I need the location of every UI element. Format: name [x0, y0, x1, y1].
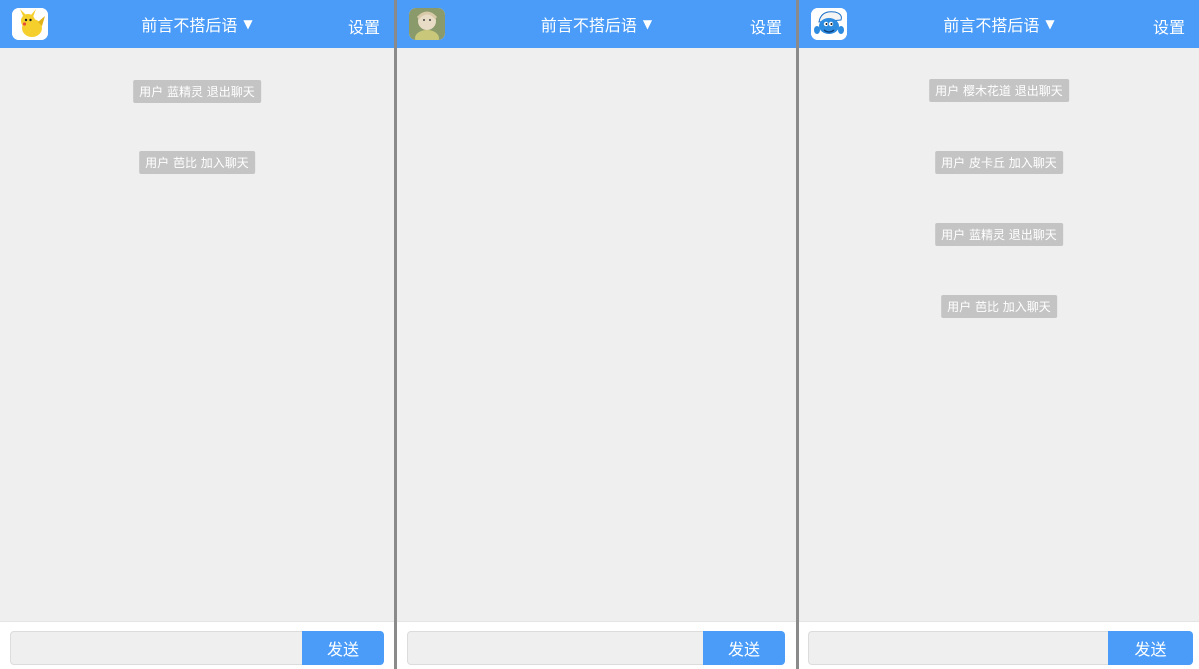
pikachu-icon: [12, 8, 48, 40]
message-input[interactable]: [10, 631, 303, 665]
system-notice: 用户 蓝精灵 退出聊天: [133, 80, 261, 103]
settings-button[interactable]: 设置: [1153, 14, 1185, 38]
send-button[interactable]: 发送: [302, 631, 384, 665]
composer: 发送: [0, 621, 394, 669]
message-input[interactable]: [808, 631, 1109, 665]
message-list: [397, 48, 796, 621]
system-notice: 用户 樱木花道 退出聊天: [929, 79, 1069, 102]
send-button[interactable]: 发送: [703, 631, 785, 665]
room-title: 前言不搭后语: [141, 16, 238, 35]
send-button[interactable]: 发送: [1108, 631, 1193, 665]
room-title-dropdown[interactable]: 前言不搭后语 ▼: [141, 12, 252, 36]
system-notice: 用户 蓝精灵 退出聊天: [935, 223, 1063, 246]
composer: 发送: [799, 621, 1199, 669]
chat-header: 前言不搭后语 ▼ 设置: [0, 0, 394, 48]
room-title: 前言不搭后语: [943, 16, 1040, 35]
smurf-avatar[interactable]: [811, 8, 847, 40]
chat-window-1: 前言不搭后语 ▼ 设置 用户 蓝精灵 退出聊天 用户 芭比 加入聊天 发送: [0, 0, 394, 669]
caret-down-icon: ▼: [243, 17, 253, 31]
message-input[interactable]: [407, 631, 704, 665]
chat-header: 前言不搭后语 ▼ 设置: [397, 0, 796, 48]
room-title-dropdown[interactable]: 前言不搭后语 ▼: [943, 12, 1054, 36]
girl-photo-icon: [409, 8, 445, 40]
chat-header: 前言不搭后语 ▼ 设置: [799, 0, 1199, 48]
system-notice: 用户 皮卡丘 加入聊天: [935, 151, 1063, 174]
caret-down-icon: ▼: [1045, 17, 1055, 31]
chat-window-3: 前言不搭后语 ▼ 设置 用户 樱木花道 退出聊天 用户 皮卡丘 加入聊天 用户 …: [799, 0, 1199, 669]
chat-window-2: 前言不搭后语 ▼ 设置 发送: [397, 0, 796, 669]
girl-photo-avatar[interactable]: [409, 8, 445, 40]
smurf-icon: [811, 8, 847, 40]
pikachu-avatar[interactable]: [12, 8, 48, 40]
settings-button[interactable]: 设置: [348, 14, 380, 38]
room-title-dropdown[interactable]: 前言不搭后语 ▼: [541, 12, 652, 36]
settings-button[interactable]: 设置: [750, 14, 782, 38]
composer: 发送: [397, 621, 796, 669]
room-title: 前言不搭后语: [540, 16, 637, 35]
message-list: 用户 樱木花道 退出聊天 用户 皮卡丘 加入聊天 用户 蓝精灵 退出聊天 用户 …: [799, 48, 1199, 621]
caret-down-icon: ▼: [642, 17, 653, 31]
message-list: 用户 蓝精灵 退出聊天 用户 芭比 加入聊天: [0, 48, 394, 621]
system-notice: 用户 芭比 加入聊天: [139, 151, 255, 174]
system-notice: 用户 芭比 加入聊天: [941, 295, 1057, 318]
